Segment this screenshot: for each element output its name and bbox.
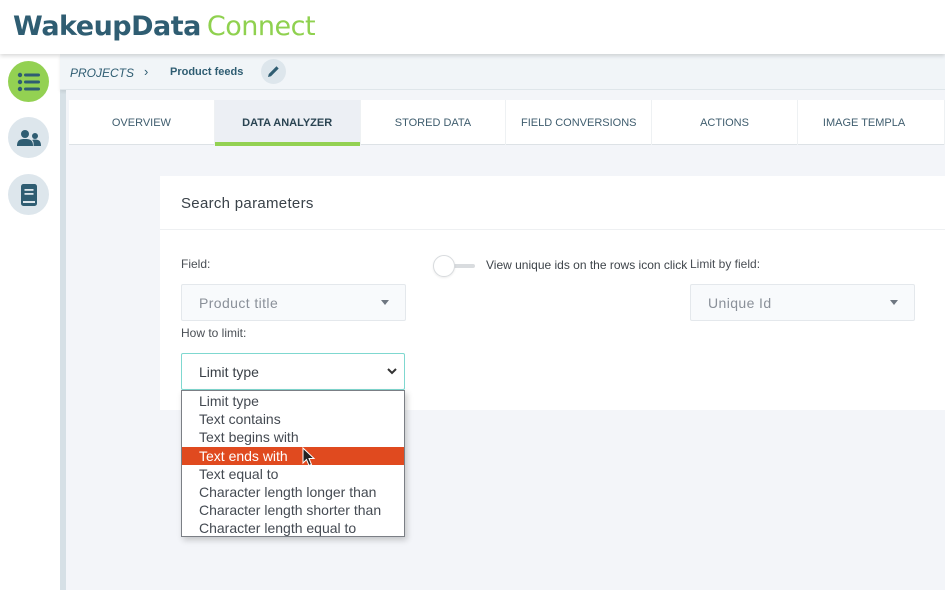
limit-type-select[interactable]: Limit type — [181, 353, 405, 390]
sidebar-item-docs[interactable] — [8, 174, 49, 215]
option-text-ends-with[interactable]: Text ends with — [182, 446, 404, 465]
caret-down-icon — [890, 300, 898, 305]
mouse-cursor-icon — [302, 447, 316, 467]
card-title: Search parameters — [181, 195, 314, 212]
field-select[interactable]: Product title — [181, 284, 406, 321]
book-icon — [20, 183, 37, 206]
limit-by-field-select[interactable]: Unique Id — [690, 284, 915, 321]
tab-field-conversions[interactable]: FIELD CONVERSIONS — [506, 100, 653, 145]
top-bar: WakeupData Connect — [0, 0, 945, 54]
tab-bar: OVERVIEW DATA ANALYZER STORED DATA FIELD… — [69, 100, 945, 146]
sidebar-item-users[interactable] — [8, 117, 49, 158]
tab-stored-data[interactable]: STORED DATA — [361, 100, 507, 145]
logo-wakeupdata: WakeupData — [13, 11, 201, 42]
tab-actions[interactable]: ACTIONS — [652, 100, 798, 145]
users-icon — [16, 129, 41, 146]
unique-ids-toggle[interactable] — [433, 255, 477, 277]
breadcrumb-projects-link[interactable]: PROJECTS — [70, 66, 134, 80]
tab-image-templates[interactable]: IMAGE TEMPLA — [798, 100, 945, 145]
edit-project-button[interactable] — [261, 59, 286, 84]
option-length-shorter-than[interactable]: Character length shorter than — [182, 501, 404, 519]
option-length-equal-to[interactable]: Character length equal to — [182, 519, 404, 537]
breadcrumb-current: Product feeds — [170, 66, 244, 78]
option-text-begins-with[interactable]: Text begins with — [182, 428, 404, 446]
limit-by-field-value: Unique Id — [708, 294, 772, 311]
logo-connect: Connect — [206, 11, 316, 42]
option-text-contains[interactable]: Text contains — [182, 410, 404, 428]
toggle-knob — [433, 255, 455, 277]
field-select-value: Product title — [199, 294, 279, 311]
chevron-right-icon: › — [144, 64, 149, 79]
sidebar-item-projects[interactable] — [8, 61, 49, 102]
sidebar — [0, 54, 60, 590]
tab-overview[interactable]: OVERVIEW — [69, 100, 215, 145]
limit-type-dropdown: Limit type Text contains Text begins wit… — [181, 390, 405, 537]
list-icon — [17, 72, 40, 91]
card-header: Search parameters — [160, 176, 945, 230]
limit-by-field-label: Limit by field: — [690, 257, 761, 271]
tab-data-analyzer[interactable]: DATA ANALYZER — [214, 100, 361, 146]
option-text-equal-to[interactable]: Text equal to — [182, 465, 404, 483]
limit-type-value: Limit type — [199, 363, 259, 380]
logo[interactable]: WakeupData Connect — [13, 11, 316, 42]
how-to-limit-label: How to limit: — [181, 326, 247, 340]
option-length-longer-than[interactable]: Character length longer than — [182, 483, 404, 501]
chevron-down-icon — [387, 368, 397, 375]
caret-down-icon — [381, 300, 389, 305]
breadcrumb: PROJECTS › Product feeds — [60, 54, 945, 90]
field-label: Field: — [181, 257, 211, 271]
option-limit-type[interactable]: Limit type — [182, 392, 404, 410]
unique-ids-toggle-label: View unique ids on the rows icon click — [486, 258, 688, 272]
pencil-icon — [268, 66, 279, 77]
